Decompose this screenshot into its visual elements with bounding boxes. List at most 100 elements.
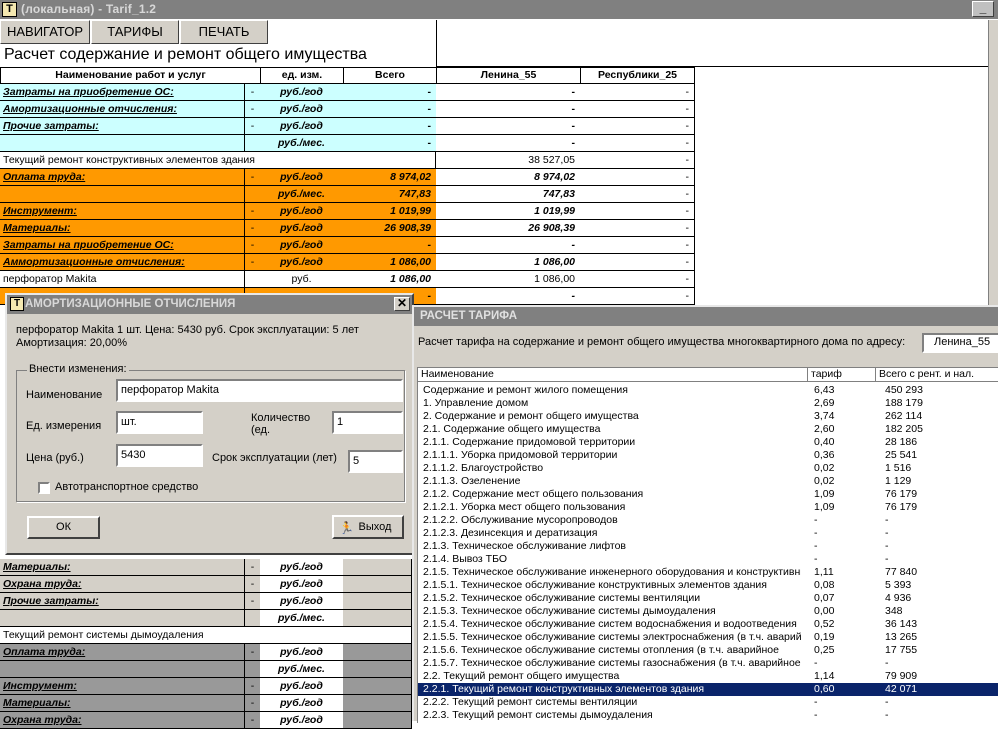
tariff-list-row[interactable]: 2.2.2. Текущий ремонт системы вентиляции…	[418, 696, 998, 709]
row-lenina[interactable]: -	[436, 288, 581, 305]
tariff-list-row[interactable]: 2.1.5.2. Техническое обслуживание систем…	[418, 592, 998, 605]
row-total[interactable]	[343, 610, 412, 627]
vertical-scrollbar[interactable]	[988, 20, 998, 305]
tariff-list-row[interactable]: 2.2.1. Текущий ремонт конструктивных эле…	[418, 683, 998, 696]
row-name[interactable]: перфоратор Makita	[0, 271, 245, 288]
row-dash[interactable]: -	[244, 678, 261, 695]
price-input[interactable]: 5430	[116, 444, 203, 467]
row-total[interactable]: 8 974,02	[343, 169, 437, 186]
close-icon[interactable]: ✕	[394, 297, 410, 311]
tariff-list-row[interactable]: 2.1.2.3. Дезинсекция и дератизация - -	[418, 527, 998, 540]
row-name[interactable]	[0, 610, 245, 627]
row-respubliki[interactable]: -	[580, 135, 695, 152]
row-unit[interactable]: руб./год	[260, 101, 344, 118]
tariff-list-row[interactable]: 2.1.3. Техническое обслуживание лифтов - -	[418, 540, 998, 553]
row-dash[interactable]: -	[244, 559, 261, 576]
row-dash[interactable]: -	[244, 644, 261, 661]
row-total[interactable]: 747,83	[343, 186, 437, 203]
row-total[interactable]: -	[343, 135, 437, 152]
row-lenina[interactable]: 8 974,02	[436, 169, 581, 186]
section-row-name[interactable]: Текущий ремонт конструктивных элементов …	[0, 152, 436, 169]
row-respubliki[interactable]: -	[580, 288, 695, 305]
tariff-list-row[interactable]: 2.1.5.7. Техническое обслуживание систем…	[418, 657, 998, 670]
tariff-list-row[interactable]: 2.1.5.1. Техническое обслуживание констр…	[418, 579, 998, 592]
row-unit[interactable]: руб./год	[260, 559, 344, 576]
row-name[interactable]: Прочие затраты:	[0, 593, 245, 610]
tariff-list-row[interactable]: 2.1.2.1. Уборка мест общего пользования 1…	[418, 501, 998, 514]
row-dash[interactable]: -	[244, 237, 261, 254]
section-row-name[interactable]: Текущий ремонт системы дымоудаления	[0, 627, 412, 644]
row-name[interactable]: Оплата труда:	[0, 169, 245, 186]
row-lenina[interactable]: -	[436, 237, 581, 254]
row-total[interactable]	[343, 559, 412, 576]
tariff-list-row[interactable]: 2.1.1.3. Озеленение 0,02 1 129	[418, 475, 998, 488]
row-lenina[interactable]: 1 086,00	[436, 271, 581, 288]
tariff-list-row[interactable]: 2.1.1.1. Уборка придомовой территории 0,3…	[418, 449, 998, 462]
row-name[interactable]: Затраты на приобретение ОС:	[0, 84, 245, 101]
row-respubliki[interactable]: -	[580, 169, 695, 186]
row-unit[interactable]: руб./год	[260, 84, 344, 101]
row-unit[interactable]: руб./год	[260, 118, 344, 135]
tariff-list-row[interactable]: 2.1.2.2. Обслуживание мусоропроводов - -	[418, 514, 998, 527]
row-unit[interactable]: руб./год	[260, 644, 344, 661]
row-name[interactable]: Инструмент:	[0, 678, 245, 695]
row-total[interactable]: -	[343, 118, 437, 135]
tariff-list-row[interactable]: 2.1.1.2. Благоустройство 0,02 1 516	[418, 462, 998, 475]
tariff-list-row[interactable]: 2.1.2. Содержание мест общего пользовани…	[418, 488, 998, 501]
tariff-list-row[interactable]: 2.1.5.5. Техническое обслуживание систем…	[418, 631, 998, 644]
row-respubliki[interactable]: -	[580, 237, 695, 254]
row-name[interactable]: Оплата труда:	[0, 644, 245, 661]
row-name[interactable]: Инструмент:	[0, 203, 245, 220]
row-unit[interactable]: руб./год	[260, 254, 344, 271]
ok-button[interactable]: ОК	[27, 516, 100, 539]
row-respubliki[interactable]: -	[580, 186, 695, 203]
row-dash[interactable]: -	[244, 254, 261, 271]
row-lenina[interactable]: -	[436, 118, 581, 135]
tariff-list-row[interactable]: 2.1.5.3. Техническое обслуживание систем…	[418, 605, 998, 618]
tariffs-button[interactable]: ТАРИФЫ	[91, 20, 179, 44]
row-unit[interactable]: руб.	[260, 271, 344, 288]
row-unit[interactable]: руб./мес.	[260, 186, 344, 203]
tariff-list-row[interactable]: 2.1.1. Содержание придомовой территории 0…	[418, 436, 998, 449]
row-name[interactable]	[0, 186, 245, 203]
row-unit[interactable]: руб./мес.	[260, 661, 344, 678]
col-header-total[interactable]: Всего с рент. и нал.	[876, 368, 998, 382]
lifetime-input[interactable]: 5	[348, 450, 403, 473]
row-name[interactable]: Материалы:	[0, 559, 245, 576]
row-total[interactable]	[343, 593, 412, 610]
tariff-list-row[interactable]: Содержание и ремонт жилого помещения 6,43…	[418, 384, 998, 397]
tariff-list-row[interactable]: 1. Управление домом 2,69 188 179	[418, 397, 998, 410]
row-lenina[interactable]: 38 527,05	[436, 152, 581, 169]
row-total[interactable]: 1 086,00	[343, 254, 437, 271]
row-respubliki[interactable]: -	[580, 84, 695, 101]
row-lenina[interactable]: 26 908,39	[436, 220, 581, 237]
row-dash[interactable]	[244, 610, 261, 627]
row-lenina[interactable]: -	[436, 84, 581, 101]
tariff-list-row[interactable]: 2.1.4. Вывоз ТБО - -	[418, 553, 998, 566]
address-select[interactable]: Ленина_55	[922, 333, 998, 353]
print-button[interactable]: ПЕЧАТЬ	[180, 20, 268, 44]
tariff-list-row[interactable]: 2. Содержание и ремонт общего имущества 3…	[418, 410, 998, 423]
minimize-button[interactable]: _	[972, 1, 994, 17]
row-respubliki[interactable]: -	[580, 220, 695, 237]
row-dash[interactable]	[244, 271, 261, 288]
row-total[interactable]: -	[343, 237, 437, 254]
row-unit[interactable]: руб./год	[260, 169, 344, 186]
row-total[interactable]: 1 086,00	[343, 271, 437, 288]
row-total[interactable]: 26 908,39	[343, 220, 437, 237]
row-total[interactable]	[343, 576, 412, 593]
row-dash[interactable]: -	[244, 203, 261, 220]
tariff-list-row[interactable]: 2.1.5.4. Техническое обслуживание систем…	[418, 618, 998, 631]
row-unit[interactable]: руб./год	[260, 576, 344, 593]
tariff-list-row[interactable]: 2.1.5. Техническое обслуживание инженерн…	[418, 566, 998, 579]
row-dash[interactable]: -	[244, 169, 261, 186]
row-unit[interactable]: руб./мес.	[260, 135, 344, 152]
row-dash[interactable]	[244, 135, 261, 152]
row-unit[interactable]: руб./год	[260, 220, 344, 237]
col-header-name[interactable]: Наименование	[418, 368, 808, 382]
tariff-list-row[interactable]: 2.1.5.6. Техническое обслуживание систем…	[418, 644, 998, 657]
col-header-tariff[interactable]: тариф	[808, 368, 876, 382]
row-name[interactable]: Материалы:	[0, 695, 245, 712]
row-name[interactable]	[0, 135, 245, 152]
row-dash[interactable]: -	[244, 593, 261, 610]
